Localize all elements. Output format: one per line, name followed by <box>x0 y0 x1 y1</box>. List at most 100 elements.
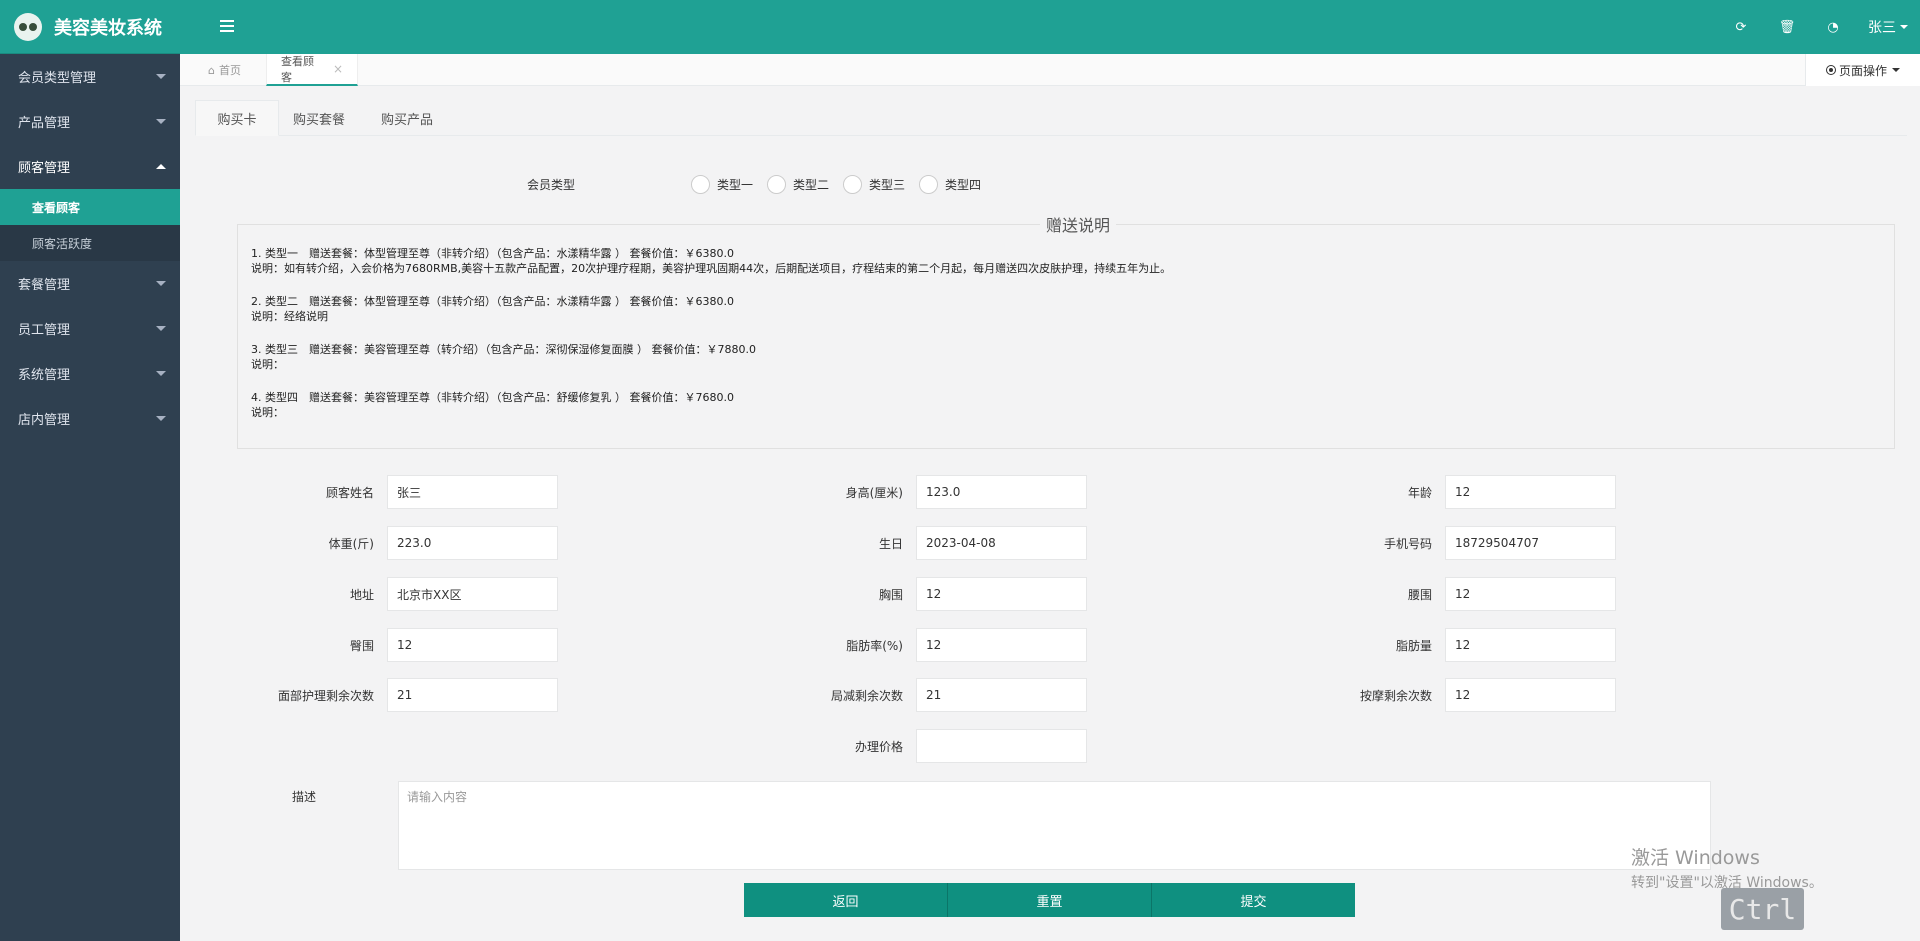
massage-left-input[interactable]: 12 <box>1445 678 1616 712</box>
name-input[interactable]: 张三 <box>387 475 558 509</box>
form-buttons: 返回 重置 提交 <box>744 883 1355 917</box>
fat-amount-input[interactable]: 12 <box>1445 628 1616 662</box>
sidebar-item-label: 店内管理 <box>18 413 71 428</box>
radio-circle-icon <box>691 175 710 194</box>
facial-left-input[interactable]: 21 <box>387 678 558 712</box>
age-input[interactable]: 12 <box>1445 475 1616 509</box>
chevron-down-icon <box>156 119 166 124</box>
fat-rate-label: 脂肪率(%) <box>846 639 903 653</box>
page-tab-home[interactable]: ⌂ 首页 <box>194 54 264 86</box>
desc-textarea[interactable]: 请输入内容 <box>398 781 1711 870</box>
radio-type-3[interactable]: 类型三 <box>843 175 905 194</box>
submit-button[interactable]: 提交 <box>1152 883 1355 917</box>
page-tab-active[interactable]: 查看顾客 × <box>266 54 358 86</box>
chest-input[interactable]: 12 <box>916 577 1087 611</box>
birthday-input[interactable]: 2023-04-08 <box>916 526 1087 560</box>
app-title: 美容美妆系统 <box>54 17 162 39</box>
hip-label: 臀围 <box>349 639 374 653</box>
chevron-down-icon <box>156 281 166 286</box>
gift-item-note: 说明：经络说明 <box>251 310 328 323</box>
fat-rate-input[interactable]: 12 <box>916 628 1087 662</box>
refresh-icon[interactable]: ⟳ <box>1718 20 1764 35</box>
chevron-down-icon <box>156 416 166 421</box>
sidebar-item-package[interactable]: 套餐管理 <box>0 261 180 306</box>
sidebar-item-staff[interactable]: 员工管理 <box>0 306 180 351</box>
price-input[interactable] <box>916 729 1087 763</box>
gift-item-line: 1. 类型一 赠送套餐：体型管理至尊（非转介绍）（包含产品：水漾精华露 ） 套餐… <box>251 247 734 260</box>
back-button[interactable]: 返回 <box>744 883 948 917</box>
radio-label: 类型二 <box>793 178 830 192</box>
birthday-label: 生日 <box>878 537 903 551</box>
height-input[interactable]: 123.0 <box>916 475 1087 509</box>
sidebar: 美容美妆系统 会员类型管理 产品管理 顾客管理 查看顾客 顾客活跃度 套餐管理 … <box>0 0 180 941</box>
tab-buy-card[interactable]: 购买卡 <box>195 100 279 136</box>
sidebar-item-label: 员工管理 <box>18 323 71 338</box>
radio-circle-icon <box>767 175 787 194</box>
sidebar-item-customer[interactable]: 顾客管理 <box>0 144 180 189</box>
address-label: 地址 <box>349 588 374 602</box>
chest-label: 胸围 <box>878 588 903 602</box>
gift-item-note: 说明： <box>251 358 284 371</box>
sidebar-subitem-customer-activity[interactable]: 顾客活跃度 <box>0 225 180 261</box>
radio-type-4[interactable]: 类型四 <box>919 175 981 194</box>
sidebar-item-label: 系统管理 <box>18 368 71 383</box>
sidebar-item-label: 顾客管理 <box>18 161 71 176</box>
tab-buy-product[interactable]: 购买产品 <box>381 100 433 136</box>
member-type-radios: 类型一 类型二 类型三 类型四 <box>691 175 995 194</box>
chevron-down-icon <box>156 74 166 79</box>
radio-label: 类型一 <box>717 178 754 192</box>
menu-toggle-icon[interactable] <box>220 20 234 32</box>
local-left-input[interactable]: 21 <box>916 678 1087 712</box>
top-icons: ⟳ 🗑 ◔ 张三 <box>1718 0 1920 54</box>
phone-input[interactable]: 18729504707 <box>1445 526 1616 560</box>
sidebar-item-member-type[interactable]: 会员类型管理 <box>0 54 180 99</box>
tab-buy-package[interactable]: 购买套餐 <box>293 100 345 136</box>
hip-input[interactable]: 12 <box>387 628 558 662</box>
gift-item: 4. 类型四 赠送套餐：美容管理至尊（非转介绍）（包含产品：舒缓修复乳 ） 套餐… <box>251 390 1871 420</box>
home-icon: ⌂ <box>208 63 215 77</box>
waist-input[interactable]: 12 <box>1445 577 1616 611</box>
chevron-down-icon <box>156 371 166 376</box>
trash-icon[interactable]: 🗑 <box>1764 20 1810 35</box>
chevron-down-icon <box>1900 25 1908 29</box>
sidebar-subitem-view-customer[interactable]: 查看顾客 <box>0 189 180 225</box>
member-type-label: 会员类型 <box>527 178 576 192</box>
gift-item-line: 3. 类型三 赠送套餐：美容管理至尊（转介绍）（包含产品：深彻保湿修复面膜 ） … <box>251 343 756 356</box>
fat-amount-label: 脂肪量 <box>1395 639 1432 653</box>
sidebar-item-system[interactable]: 系统管理 <box>0 351 180 396</box>
radio-label: 类型四 <box>945 178 982 192</box>
page-tab-home-label: 首页 <box>218 64 241 77</box>
chevron-down-icon <box>1892 68 1900 72</box>
age-label: 年龄 <box>1407 486 1432 500</box>
page-ops-button[interactable]: 页面操作 <box>1805 54 1920 86</box>
windows-activation-watermark: 激活 Windows 转到"设置"以激活 Windows。 <box>1631 843 1823 892</box>
page-tabs-bar: ⌂ 首页 查看顾客 × 页面操作 <box>180 54 1920 86</box>
reset-button[interactable]: 重置 <box>948 883 1152 917</box>
target-icon <box>1825 65 1836 75</box>
radio-label: 类型三 <box>869 178 906 192</box>
gift-item-note: 说明：如有转介绍，入会价格为7680RMB,美容十五款产品配置，20次护理疗程期… <box>251 262 1172 275</box>
sidebar-item-product[interactable]: 产品管理 <box>0 99 180 144</box>
sidebar-item-label: 套餐管理 <box>18 278 71 293</box>
user-menu[interactable]: 张三 <box>1856 17 1920 37</box>
desc-label: 描述 <box>292 790 317 804</box>
chevron-down-icon <box>156 326 166 331</box>
facial-left-label: 面部护理剩余次数 <box>277 689 374 703</box>
close-icon[interactable]: × <box>333 62 343 76</box>
phone-label: 手机号码 <box>1383 537 1432 551</box>
radio-type-1[interactable]: 类型一 <box>691 175 753 194</box>
sidebar-item-store[interactable]: 店内管理 <box>0 396 180 441</box>
dashboard-icon[interactable]: ◔ <box>1810 20 1856 35</box>
main-content: 购买卡 购买套餐 购买产品 会员类型 类型一 类型二 类型三 类型四 赠送说明 … <box>180 86 1920 941</box>
page-tab-active-label: 查看顾客 <box>281 55 314 84</box>
gift-item-line: 2. 类型二 赠送套餐：体型管理至尊（非转介绍）（包含产品：水漾精华露 ） 套餐… <box>251 295 734 308</box>
weight-input[interactable]: 223.0 <box>387 526 558 560</box>
radio-type-2[interactable]: 类型二 <box>767 175 829 194</box>
customer-submenu: 查看顾客 顾客活跃度 <box>0 189 180 261</box>
address-input[interactable]: 北京市XX区 <box>387 577 558 611</box>
local-left-label: 局减剩余次数 <box>830 689 903 703</box>
gift-item-line: 4. 类型四 赠送套餐：美容管理至尊（非转介绍）（包含产品：舒缓修复乳 ） 套餐… <box>251 391 734 404</box>
gift-item: 2. 类型二 赠送套餐：体型管理至尊（非转介绍）（包含产品：水漾精华露 ） 套餐… <box>251 294 1871 324</box>
content-tabs: 购买卡 购买套餐 购买产品 <box>195 100 1907 136</box>
brand: 美容美妆系统 <box>0 0 180 54</box>
